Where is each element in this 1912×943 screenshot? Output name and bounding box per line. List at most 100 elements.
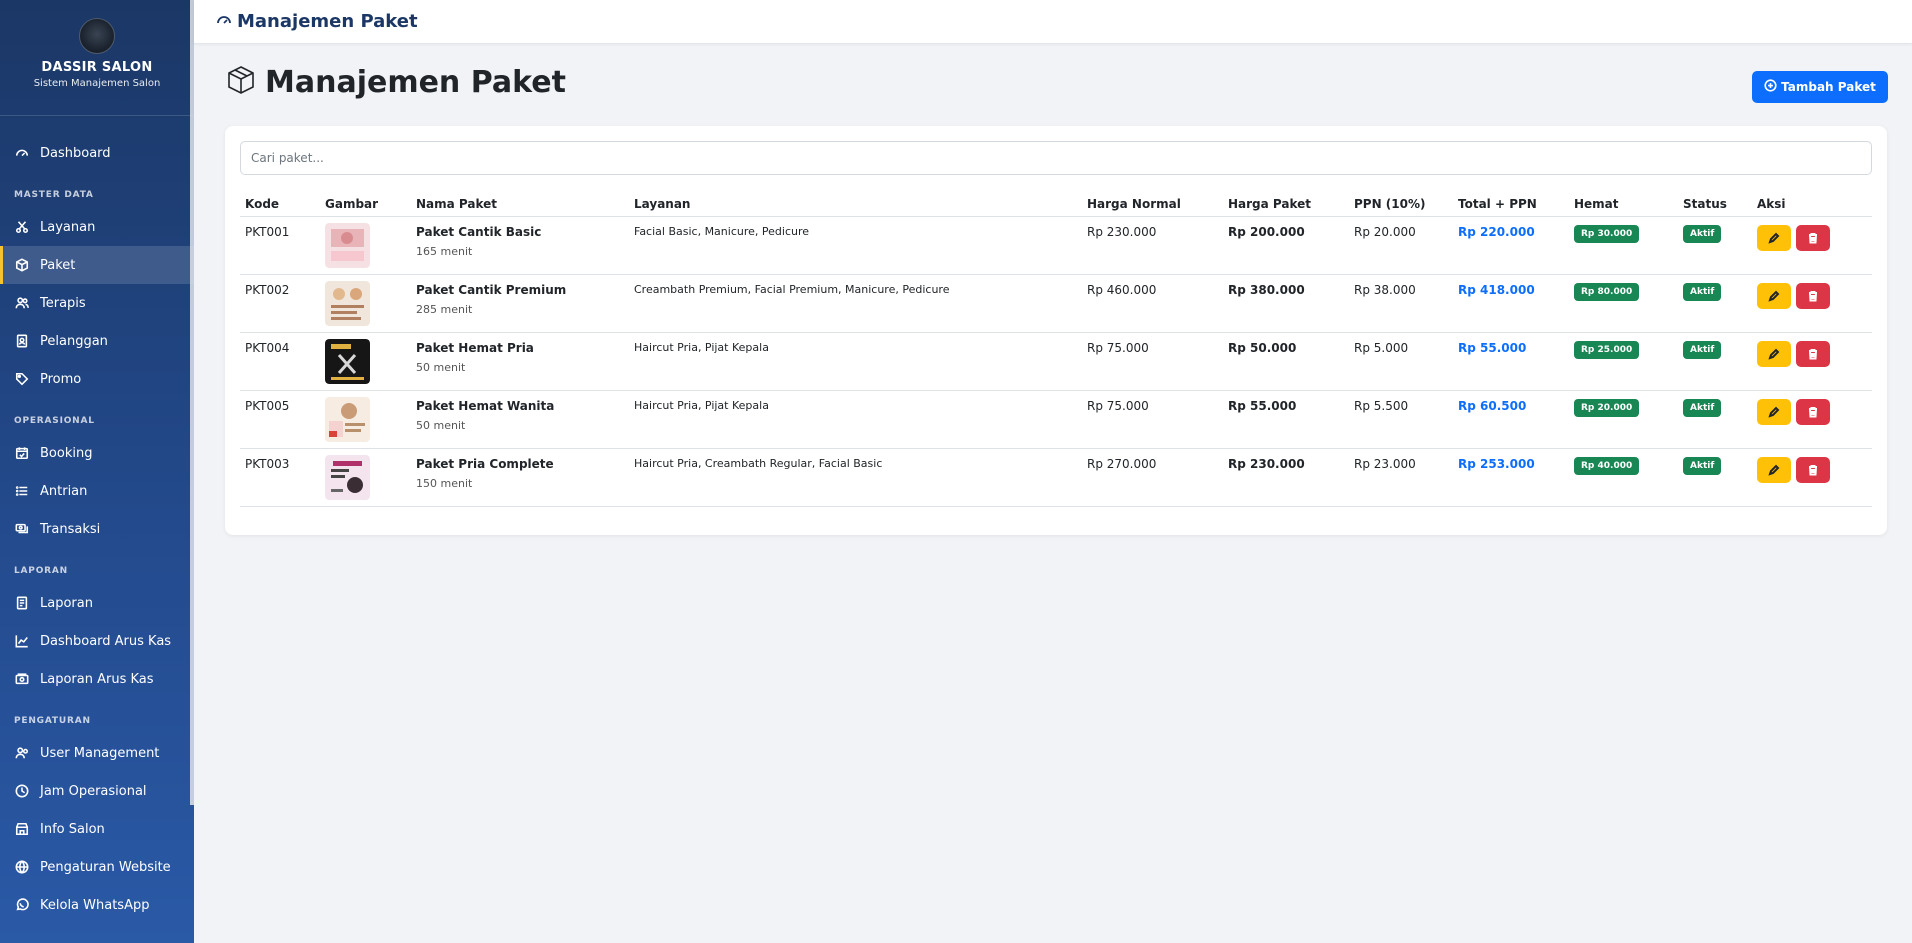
cell-gambar bbox=[320, 215, 411, 274]
sidebar-item-kelola-whatsapp[interactable]: Kelola WhatsApp bbox=[0, 886, 194, 924]
sidebar-item-transaksi[interactable]: Transaksi bbox=[0, 510, 194, 548]
sidebar-item-pengaturan-website[interactable]: Pengaturan Website bbox=[0, 848, 194, 886]
edit-button[interactable] bbox=[1757, 456, 1791, 483]
table-row: PKT002 Paket Cantik Premium 285 menit Cr… bbox=[240, 273, 1872, 332]
file-text-icon bbox=[14, 595, 30, 611]
brand: DASSIR SALON Sistem Manajemen Salon bbox=[0, 0, 194, 116]
savings-badge: Rp 25.000 bbox=[1574, 340, 1640, 359]
cell-harga-paket: Rp 200.000 bbox=[1223, 215, 1349, 274]
cell-harga-paket: Rp 55.000 bbox=[1223, 389, 1349, 448]
add-package-button[interactable]: Tambah Paket bbox=[1752, 71, 1888, 103]
sidebar-item-label: Promo bbox=[40, 371, 82, 387]
cell-status: Aktif bbox=[1678, 389, 1752, 448]
cell-aksi bbox=[1752, 273, 1872, 332]
package-thumbnail bbox=[325, 280, 370, 326]
sidebar-item-label: Transaksi bbox=[40, 521, 101, 537]
edit-button[interactable] bbox=[1757, 224, 1791, 251]
column-header: Gambar bbox=[325, 196, 379, 211]
sidebar-item-label: Layanan bbox=[40, 219, 96, 235]
cell-aksi bbox=[1752, 389, 1872, 448]
column-header: Nama Paket bbox=[416, 196, 498, 211]
sidebar-item-layanan[interactable]: Layanan bbox=[0, 208, 194, 246]
brand-subtitle: Sistem Manajemen Salon bbox=[33, 78, 161, 89]
pencil-icon bbox=[1768, 232, 1780, 244]
sidebar-item-promo[interactable]: Promo bbox=[0, 360, 194, 398]
sidebar-item-pelanggan[interactable]: Pelanggan bbox=[0, 322, 194, 360]
cell-hemat: Rp 20.000 bbox=[1569, 389, 1678, 448]
pencil-icon bbox=[1768, 348, 1780, 360]
sidebar-item-laporan[interactable]: Laporan bbox=[0, 584, 194, 622]
delete-button[interactable] bbox=[1795, 224, 1830, 251]
cell-total: Rp 253.000 bbox=[1453, 447, 1569, 507]
sidebar: DASSIR SALON Sistem Manajemen Salon Dash… bbox=[0, 0, 194, 943]
cell-total: Rp 60.500 bbox=[1453, 389, 1569, 448]
package-table: Kode Gambar Nama Paket Layanan Harga Nor… bbox=[240, 192, 1872, 507]
sidebar-item-dashboard-arus-kas[interactable]: Dashboard Arus Kas bbox=[0, 622, 194, 660]
section-master-data: MASTER DATA bbox=[14, 190, 94, 200]
cell-total: Rp 418.000 bbox=[1453, 273, 1569, 332]
cell-harga-paket: Rp 230.000 bbox=[1223, 447, 1349, 507]
package-name: Paket Cantik Basic bbox=[416, 224, 542, 239]
package-thumbnail bbox=[325, 396, 370, 442]
search-input[interactable] bbox=[240, 141, 1872, 175]
sidebar-item-user-management[interactable]: User Management bbox=[0, 734, 194, 772]
status-badge: Aktif bbox=[1683, 340, 1722, 359]
status-badge: Aktif bbox=[1683, 456, 1722, 475]
cell-layanan: Facial Basic, Manicure, Pedicure bbox=[629, 215, 1082, 274]
sidebar-item-info-salon[interactable]: Info Salon bbox=[0, 810, 194, 848]
cell-hemat: Rp 25.000 bbox=[1569, 331, 1678, 390]
package-name: Paket Hemat Pria bbox=[416, 340, 534, 355]
column-header: PPN (10%) bbox=[1354, 196, 1426, 211]
column-header: Total + PPN bbox=[1458, 196, 1537, 211]
edit-button[interactable] bbox=[1757, 340, 1791, 367]
people-icon bbox=[14, 295, 30, 311]
cell-kode: PKT004 bbox=[240, 331, 320, 390]
cell-status: Aktif bbox=[1678, 215, 1752, 274]
savings-badge: Rp 80.000 bbox=[1574, 282, 1640, 301]
sidebar-item-dashboard[interactable]: Dashboard bbox=[0, 134, 194, 172]
chart-line-icon bbox=[14, 633, 30, 649]
cell-kode: PKT001 bbox=[240, 215, 320, 274]
sidebar-item-jam-operasional[interactable]: Jam Operasional bbox=[0, 772, 194, 810]
cell-status: Aktif bbox=[1678, 331, 1752, 390]
cell-kode: PKT003 bbox=[240, 447, 320, 507]
cell-aksi bbox=[1752, 447, 1872, 507]
column-header: Harga Normal bbox=[1087, 196, 1181, 211]
savings-badge: Rp 30.000 bbox=[1574, 224, 1640, 243]
column-header: Layanan bbox=[634, 196, 691, 211]
sidebar-item-booking[interactable]: Booking bbox=[0, 434, 194, 472]
edit-button[interactable] bbox=[1757, 282, 1791, 309]
sidebar-item-antrian[interactable]: Antrian bbox=[0, 472, 194, 510]
sidebar-item-label: Laporan bbox=[40, 595, 93, 611]
plus-circle-icon bbox=[1764, 79, 1781, 95]
trash-icon bbox=[1808, 348, 1817, 359]
cell-ppn: Rp 5.500 bbox=[1349, 389, 1453, 448]
cell-gambar bbox=[320, 389, 411, 448]
package-thumbnail bbox=[325, 222, 370, 268]
cell-nama: Paket Cantik Premium 285 menit bbox=[411, 273, 629, 332]
cell-harga-paket: Rp 380.000 bbox=[1223, 273, 1349, 332]
box-icon bbox=[225, 64, 265, 100]
main-content: Manajemen Paket Tambah Paket Kode Gambar… bbox=[194, 44, 1912, 943]
cell-ppn: Rp 23.000 bbox=[1349, 447, 1453, 507]
person-card-icon bbox=[14, 333, 30, 349]
cell-layanan: Haircut Pria, Pijat Kepala bbox=[629, 389, 1082, 448]
edit-button[interactable] bbox=[1757, 398, 1791, 425]
delete-button[interactable] bbox=[1795, 340, 1830, 367]
delete-button[interactable] bbox=[1795, 456, 1830, 483]
sidebar-item-terapis[interactable]: Terapis bbox=[0, 284, 194, 322]
package-name: Paket Cantik Premium bbox=[416, 282, 567, 297]
cell-hemat: Rp 80.000 bbox=[1569, 273, 1678, 332]
page-header: Manajemen Paket bbox=[225, 64, 566, 100]
whatsapp-icon bbox=[14, 897, 30, 913]
package-duration: 165 menit bbox=[416, 244, 473, 258]
sidebar-item-label: Pelanggan bbox=[40, 333, 108, 349]
cell-harga-normal: Rp 75.000 bbox=[1082, 331, 1223, 390]
cell-layanan: Creambath Premium, Facial Premium, Manic… bbox=[629, 273, 1082, 332]
delete-button[interactable] bbox=[1795, 398, 1830, 425]
cash-icon bbox=[14, 671, 30, 687]
package-duration: 285 menit bbox=[416, 302, 473, 316]
sidebar-item-laporan-arus-kas[interactable]: Laporan Arus Kas bbox=[0, 660, 194, 698]
sidebar-item-paket[interactable]: Paket bbox=[0, 246, 194, 284]
delete-button[interactable] bbox=[1795, 282, 1830, 309]
